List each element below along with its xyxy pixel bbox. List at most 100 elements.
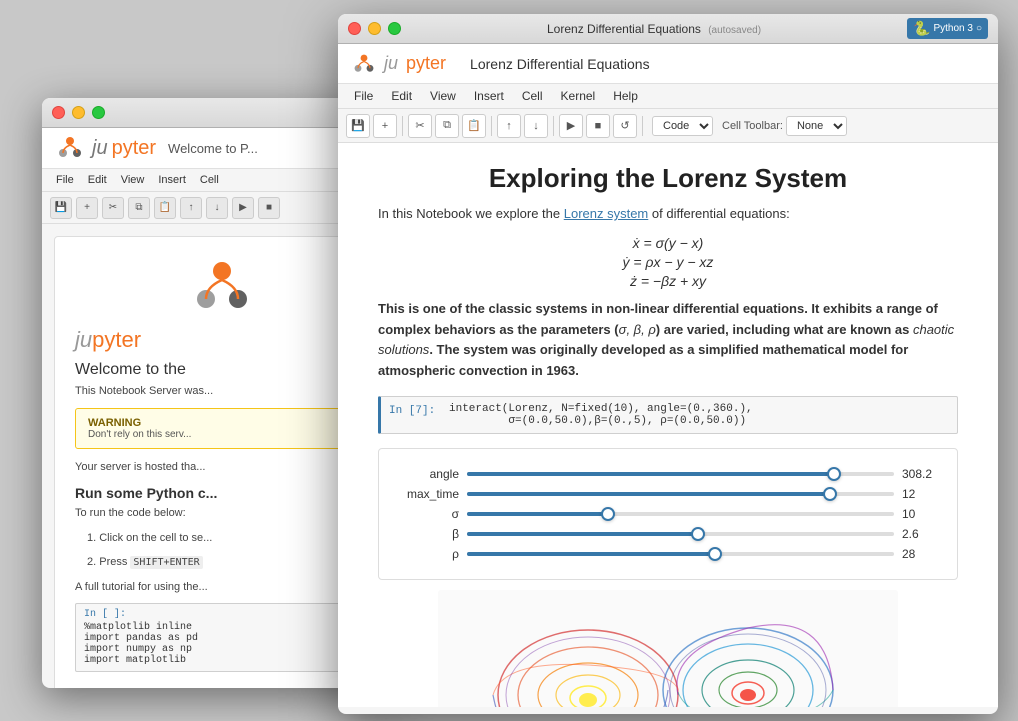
slider-track-ρ[interactable] [467, 552, 894, 556]
front-python-badge: 🐍 Python 3 ○ [907, 18, 988, 39]
slider-track-β[interactable] [467, 532, 894, 536]
back-server-text: Your server is hosted tha... [75, 459, 369, 476]
front-widget-area: angle308.2max_time12σ10β2.6ρ28 [378, 448, 958, 580]
front-up-btn[interactable]: ↑ [497, 114, 521, 138]
back-warning-text: Don't rely on this serv... [88, 429, 356, 440]
slider-label-β: β [399, 527, 459, 541]
front-sep-4 [642, 116, 643, 136]
back-step2: 2. Press SHIFT+ENTER [75, 554, 369, 571]
back-description: This Notebook Server was... [75, 383, 369, 400]
front-eq-1: ẋ = σ(y − x) [378, 235, 958, 251]
front-titlebar-title: Lorenz Differential Equations (autosaved… [408, 22, 900, 36]
slider-track-σ[interactable] [467, 512, 894, 516]
front-menu-edit[interactable]: Edit [383, 87, 420, 105]
front-down-btn[interactable]: ↓ [524, 114, 548, 138]
front-cell-type-select[interactable]: Code [652, 116, 713, 136]
front-notebook-title[interactable]: Lorenz Differential Equations [470, 56, 984, 72]
slider-thumb-ρ[interactable] [708, 547, 722, 561]
slider-label-ρ: ρ [399, 547, 459, 561]
close-dot[interactable] [52, 106, 65, 119]
back-tutorial-text: A full tutorial for using the... [75, 579, 369, 596]
back-code-line-2: import pandas as pd [84, 633, 360, 644]
back-logo-center [75, 257, 369, 317]
back-save-btn[interactable]: 💾 [50, 197, 72, 219]
back-down-btn[interactable]: ↓ [206, 197, 228, 219]
front-maximize-dot[interactable] [388, 22, 401, 35]
back-menu-cell[interactable]: Cell [194, 172, 225, 188]
front-in-prompt: In [7]: [389, 403, 449, 417]
foreground-window: Lorenz Differential Equations (autosaved… [338, 14, 998, 714]
back-cut-btn[interactable]: ✂ [102, 197, 124, 219]
slider-row-ρ: ρ28 [399, 547, 937, 561]
lorenz-system-link[interactable]: Lorenz system [564, 206, 649, 221]
front-menu-insert[interactable]: Insert [466, 87, 512, 105]
front-cell-toolbar-select[interactable]: None [786, 116, 847, 136]
back-up-btn[interactable]: ↑ [180, 197, 202, 219]
slider-thumb-β[interactable] [691, 527, 705, 541]
front-notebook-content: Exploring the Lorenz System In this Note… [338, 143, 998, 707]
slider-fill-max_time [467, 492, 830, 496]
back-jupyter-large-text: jupyter [75, 327, 369, 353]
front-eq-2: ẏ = ρx − y − xz [378, 254, 958, 270]
back-menu-edit[interactable]: Edit [82, 172, 113, 188]
back-stop-btn[interactable]: ■ [258, 197, 280, 219]
maximize-dot[interactable] [92, 106, 105, 119]
back-add-btn[interactable]: + [76, 197, 98, 219]
slider-fill-ρ [467, 552, 715, 556]
front-autosaved: (autosaved) [708, 25, 761, 36]
back-big-logo [192, 257, 252, 317]
back-title: Welcome to P... [168, 141, 258, 156]
slider-value-σ: 10 [902, 507, 937, 521]
front-menu-kernel[interactable]: Kernel [553, 87, 604, 105]
front-close-dot[interactable] [348, 22, 361, 35]
back-code-line-4: import matplotlib [84, 655, 360, 666]
front-equations: ẋ = σ(y − x) ẏ = ρx − y − xz ż = −βz + x… [378, 235, 958, 289]
slider-label-max_time: max_time [399, 487, 459, 501]
front-menu-view[interactable]: View [422, 87, 464, 105]
front-menu-cell[interactable]: Cell [514, 87, 551, 105]
front-save-btn[interactable]: 💾 [346, 114, 370, 138]
front-cut-btn[interactable]: ✂ [408, 114, 432, 138]
front-cell-toolbar-label: Cell Toolbar: [722, 120, 783, 132]
front-minimize-dot[interactable] [368, 22, 381, 35]
back-welcome-title: Welcome to the [75, 361, 369, 379]
back-run-btn[interactable]: ▶ [232, 197, 254, 219]
front-sep-1 [402, 116, 403, 136]
slider-thumb-angle[interactable] [827, 467, 841, 481]
slider-thumb-σ[interactable] [601, 507, 615, 521]
front-restart-btn[interactable]: ↺ [613, 114, 637, 138]
back-paste-btn[interactable]: 📋 [154, 197, 176, 219]
back-code-line-3: import numpy as np [84, 644, 360, 655]
front-run-btn[interactable]: ▶ [559, 114, 583, 138]
slider-track-angle[interactable] [467, 472, 894, 476]
minimize-dot[interactable] [72, 106, 85, 119]
front-add-btn[interactable]: + [373, 114, 397, 138]
front-stop-btn[interactable]: ■ [586, 114, 610, 138]
back-warning-title: WARNING [88, 417, 356, 429]
back-menu-view[interactable]: View [115, 172, 151, 188]
slider-track-max_time[interactable] [467, 492, 894, 496]
slider-row-max_time: max_time 12 [399, 487, 937, 501]
front-code-cell[interactable]: In [7]: interact(Lorenz, N=fixed(10), an… [378, 396, 958, 434]
front-menu-file[interactable]: File [346, 87, 381, 105]
front-sep-2 [491, 116, 492, 136]
back-menu-file[interactable]: File [50, 172, 80, 188]
front-heading: Exploring the Lorenz System [378, 163, 958, 194]
back-jupyter-logo-text: jupyter [92, 137, 156, 160]
slider-value-max_time: 12 [902, 487, 937, 501]
back-copy-btn[interactable]: ⧉ [128, 197, 150, 219]
back-menu-insert[interactable]: Insert [152, 172, 192, 188]
front-copy-btn[interactable]: ⧉ [435, 114, 459, 138]
front-eq-3: ż = −βz + xy [378, 273, 958, 289]
slider-value-angle: 308.2 [902, 467, 937, 481]
front-code-content[interactable]: interact(Lorenz, N=fixed(10), angle=(0.,… [449, 403, 949, 427]
front-paste-btn[interactable]: 📋 [462, 114, 486, 138]
slider-thumb-max_time[interactable] [823, 487, 837, 501]
front-jupyter-icon [352, 52, 376, 76]
slider-row-σ: σ10 [399, 507, 937, 521]
slider-value-β: 2.6 [902, 527, 937, 541]
back-step1: 1. Click on the cell to se... [75, 530, 369, 547]
front-toolbar: 💾 + ✂ ⧉ 📋 ↑ ↓ ▶ ■ ↺ Code Cell Toolbar: N… [338, 109, 998, 143]
front-menu-help[interactable]: Help [605, 87, 646, 105]
front-sep-3 [553, 116, 554, 136]
